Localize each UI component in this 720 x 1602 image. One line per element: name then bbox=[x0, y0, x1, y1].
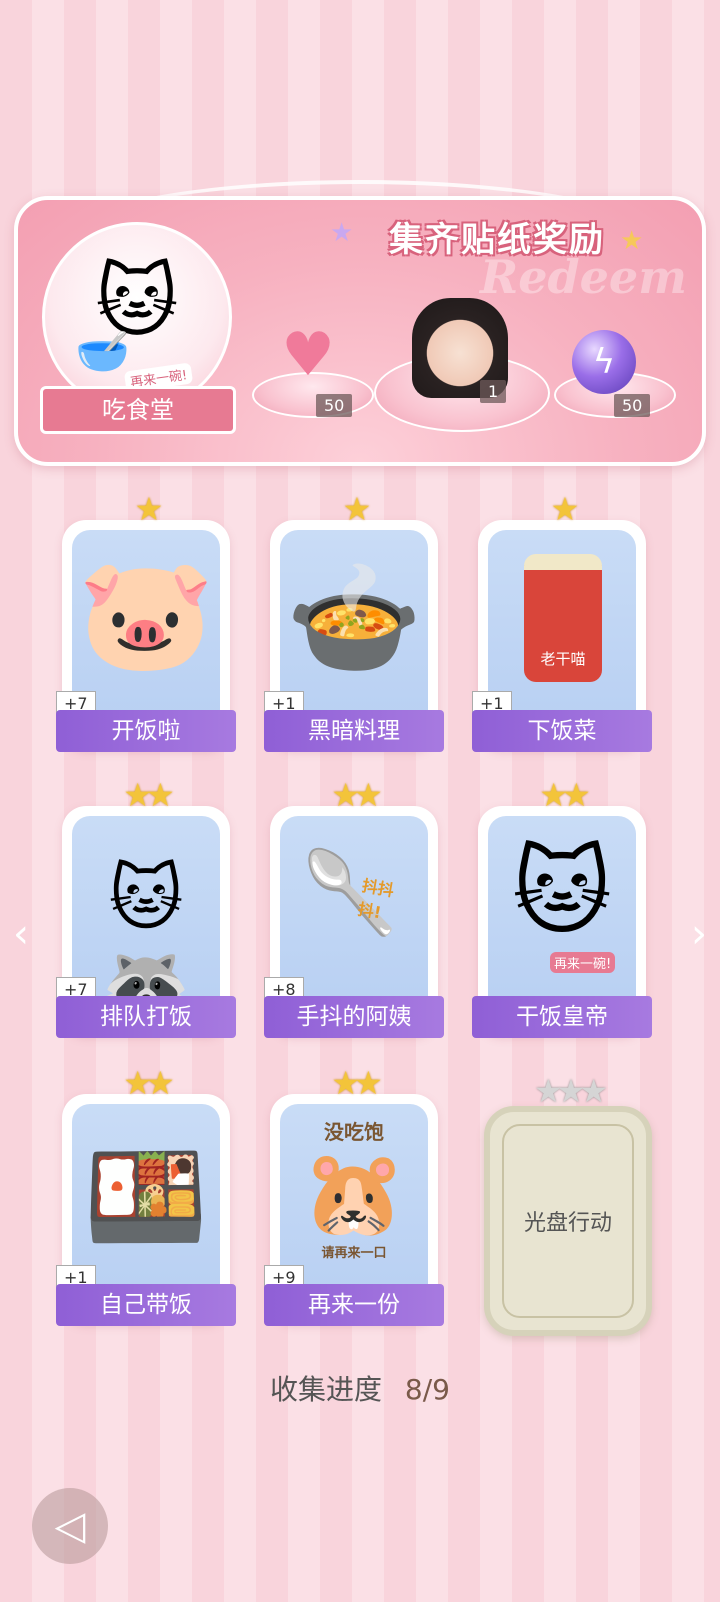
art-text-top: 没吃饱 bbox=[324, 1120, 384, 1144]
sticker-card[interactable]: ★ 老干喵 +1 下饭菜 bbox=[472, 490, 652, 752]
art-text: 抖抖抖! bbox=[356, 875, 396, 923]
locked-card-label: 光盘行动 bbox=[502, 1124, 634, 1318]
bento-box-icon: 🍱 bbox=[83, 1138, 209, 1255]
star-rating: ★★ bbox=[331, 1064, 382, 1102]
sticker-set-badge[interactable]: 🐱 🥣 再来一碗! bbox=[42, 222, 232, 412]
prev-page-button[interactable]: ‹ bbox=[8, 912, 34, 956]
star-rating: ★★ bbox=[331, 776, 382, 814]
sticker-card[interactable]: ★★ 🐱 再来一碗! 干饭皇帝 bbox=[472, 776, 652, 1038]
star-rating: ★★ bbox=[123, 776, 174, 814]
sticker-card[interactable]: ★★ 没吃饱 🐹 请再来一口 +9 再来一份 bbox=[264, 1064, 444, 1326]
reward-count: 50 bbox=[316, 394, 353, 417]
star-rating: ★ bbox=[134, 490, 164, 528]
star-rating: ★★★ bbox=[533, 1072, 608, 1110]
dark-cuisine-icon: 🍲 bbox=[285, 554, 423, 682]
cat-eating-icon: 🐱 bbox=[95, 255, 179, 348]
cat-eating-icon: 🐱 bbox=[511, 836, 613, 948]
bowl-stack-icon: 🥣 bbox=[75, 326, 130, 377]
card-label: 自己带饭 bbox=[56, 1284, 236, 1326]
star-rating: ★★ bbox=[123, 1064, 174, 1102]
card-label: 再来一份 bbox=[264, 1284, 444, 1326]
heart-gem-icon[interactable]: ♥ bbox=[268, 320, 348, 390]
sticker-card[interactable]: ★★ 🐱🦝 +7 排队打饭 bbox=[56, 776, 236, 1038]
sticker-card[interactable]: ★★ 🍱 +1 自己带饭 bbox=[56, 1064, 236, 1326]
jar-label: 老干喵 bbox=[540, 650, 586, 668]
sticker-card[interactable]: ★ 🍲 +1 黑暗料理 bbox=[264, 490, 444, 752]
card-label: 开饭啦 bbox=[56, 710, 236, 752]
star-rating: ★★ bbox=[539, 776, 590, 814]
back-arrow-icon[interactable]: ◁ bbox=[32, 1488, 108, 1564]
art-text-bottom: 请再来一口 bbox=[321, 1246, 387, 1261]
star-rating: ★ bbox=[342, 490, 372, 528]
art-text: 再来一碗! bbox=[550, 952, 616, 973]
progress-label: 收集进度 bbox=[270, 1373, 383, 1406]
locked-sticker-card[interactable]: ★★★ 光盘行动 bbox=[484, 1072, 652, 1336]
progress-value: 8/9 bbox=[404, 1373, 450, 1406]
hamster-icon: 🐹 bbox=[301, 1144, 407, 1242]
star-rating: ★ bbox=[550, 490, 580, 528]
sticker-set-label: 吃食堂 bbox=[40, 386, 236, 434]
collection-progress: 收集进度 8/9 bbox=[0, 1368, 720, 1408]
star-deco-icon: ★ bbox=[330, 218, 354, 248]
card-label: 黑暗料理 bbox=[264, 710, 444, 752]
next-page-button[interactable]: › bbox=[686, 912, 712, 956]
reward-count: 1 bbox=[480, 380, 507, 403]
card-label: 干饭皇帝 bbox=[472, 996, 652, 1038]
card-label: 下饭菜 bbox=[472, 710, 652, 752]
reward-count: 50 bbox=[614, 394, 651, 417]
card-label: 排队打饭 bbox=[56, 996, 236, 1038]
pig-icon: 🐷 bbox=[77, 550, 215, 678]
star-deco-icon: ★ bbox=[620, 226, 644, 256]
sticker-card[interactable]: ★★ 🥄 抖抖抖! +8 手抖的阿姨 bbox=[264, 776, 444, 1038]
purple-energy-orb-icon[interactable]: ϟ bbox=[572, 330, 636, 394]
banner-title: 集齐贴纸奖励 bbox=[389, 220, 605, 260]
sticker-card[interactable]: ★ 🐷 +7 开饭啦 bbox=[56, 490, 236, 752]
card-label: 手抖的阿姨 bbox=[264, 996, 444, 1038]
